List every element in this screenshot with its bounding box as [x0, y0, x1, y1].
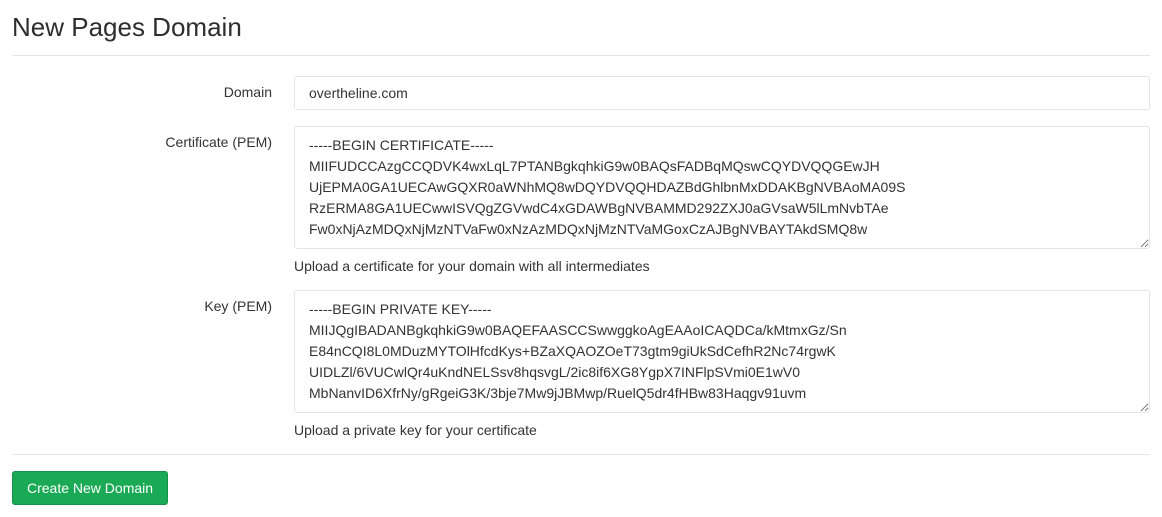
key-help-text: Upload a private key for your certificat…	[294, 422, 1150, 438]
key-textarea[interactable]: -----BEGIN PRIVATE KEY----- MIIJQgIBADAN…	[294, 290, 1150, 413]
create-domain-button[interactable]: Create New Domain	[12, 471, 168, 505]
certificate-field-group: Certificate (PEM) -----BEGIN CERTIFICATE…	[12, 126, 1150, 274]
certificate-textarea[interactable]: -----BEGIN CERTIFICATE----- MIIFUDCCAzgC…	[294, 126, 1150, 249]
certificate-label: Certificate (PEM)	[12, 126, 294, 150]
domain-field-group: Domain	[12, 76, 1150, 110]
form-footer: Create New Domain	[12, 454, 1150, 505]
key-field-group: Key (PEM) -----BEGIN PRIVATE KEY----- MI…	[12, 290, 1150, 438]
certificate-help-text: Upload a certificate for your domain wit…	[294, 258, 1150, 274]
page-title: New Pages Domain	[12, 12, 1150, 56]
domain-label: Domain	[12, 76, 294, 100]
domain-input[interactable]	[294, 76, 1150, 110]
key-label: Key (PEM)	[12, 290, 294, 314]
